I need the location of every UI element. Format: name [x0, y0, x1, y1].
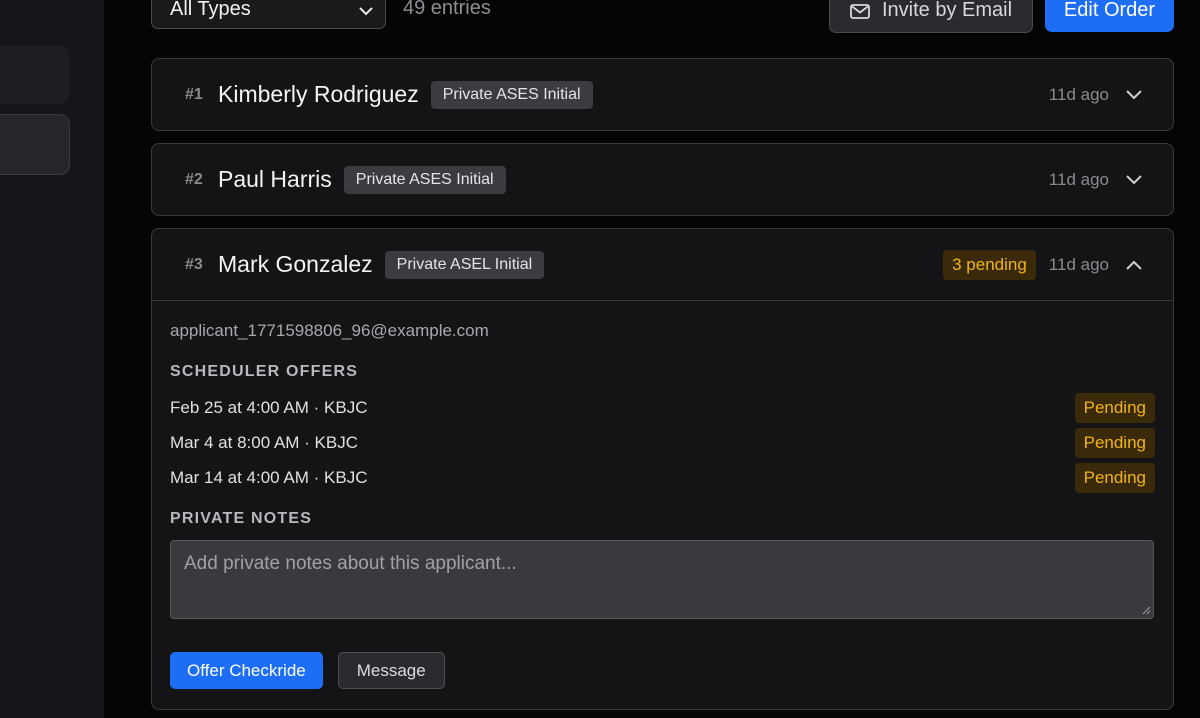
applicant-actions: Offer Checkride Message — [170, 652, 1155, 689]
envelope-icon — [850, 4, 870, 19]
applicant-card-header[interactable]: #2 Paul Harris Private ASES Initial 11d … — [152, 144, 1173, 215]
message-button[interactable]: Message — [337, 652, 445, 689]
chevron-down-icon[interactable] — [1125, 86, 1143, 104]
offer-time-location: Mar 14 at 4:00 AM · KBJC — [170, 467, 368, 487]
applicant-card: #1 Kimberly Rodriguez Private ASES Initi… — [151, 58, 1174, 131]
sidebar-item-active[interactable] — [0, 114, 70, 175]
type-filter-value: All Types — [170, 0, 251, 20]
chevron-up-icon[interactable] — [1125, 256, 1143, 274]
applicant-card-header[interactable]: #3 Mark Gonzalez Private ASEL Initial 3 … — [152, 229, 1173, 300]
offer-status-badge: Pending — [1074, 392, 1155, 423]
applicant-name: Mark Gonzalez — [218, 251, 373, 277]
edit-order-button[interactable]: Edit Order — [1045, 0, 1174, 32]
pending-count-badge: 3 pending — [943, 249, 1036, 280]
sidebar — [0, 0, 104, 718]
applicant-email: applicant_1771598806_96@example.com — [170, 321, 489, 340]
private-notes-textarea[interactable]: Add private notes about this applicant..… — [170, 540, 1154, 619]
offer-list: Feb 25 at 4:00 AM · KBJC Pending Mar 4 a… — [170, 390, 1155, 495]
checkride-type-tag: Private ASEL Initial — [384, 250, 545, 279]
private-notes-heading: PRIVATE NOTES — [170, 510, 313, 527]
invite-by-email-button[interactable]: Invite by Email — [829, 0, 1033, 33]
time-ago: 11d ago — [1048, 84, 1109, 104]
applicant-name: Kimberly Rodriguez — [218, 81, 419, 107]
invite-by-email-label: Invite by Email — [882, 0, 1013, 21]
time-ago: 11d ago — [1048, 169, 1109, 189]
offer-row: Mar 14 at 4:00 AM · KBJC Pending — [170, 460, 1155, 495]
resize-grip-icon[interactable] — [1141, 605, 1151, 615]
applicant-card: #2 Paul Harris Private ASES Initial 11d … — [151, 143, 1174, 216]
offer-row: Feb 25 at 4:00 AM · KBJC Pending — [170, 390, 1155, 425]
applicant-details: applicant_1771598806_96@example.com SCHE… — [152, 300, 1173, 689]
applicant-card-header[interactable]: #1 Kimberly Rodriguez Private ASES Initi… — [152, 59, 1173, 130]
offer-row: Mar 4 at 8:00 AM · KBJC Pending — [170, 425, 1155, 460]
offer-time-location: Feb 25 at 4:00 AM · KBJC — [170, 397, 368, 417]
applicant-number: #2 — [185, 170, 203, 188]
offer-time-location: Mar 4 at 8:00 AM · KBJC — [170, 432, 359, 452]
type-filter-select[interactable]: All Types — [151, 0, 386, 29]
applicant-card-expanded: #3 Mark Gonzalez Private ASEL Initial 3 … — [151, 228, 1174, 710]
entries-count: 49 entries — [403, 0, 491, 19]
chevron-down-icon — [359, 7, 373, 16]
checkride-type-tag: Private ASES Initial — [430, 80, 593, 109]
checkride-type-tag: Private ASES Initial — [343, 165, 506, 194]
applicant-name: Paul Harris — [218, 166, 332, 192]
scheduler-offers-heading: SCHEDULER OFFERS — [170, 363, 359, 380]
offer-status-badge: Pending — [1074, 462, 1155, 493]
offer-status-badge: Pending — [1074, 427, 1155, 458]
chevron-down-icon[interactable] — [1125, 171, 1143, 189]
notes-wrapper: Add private notes about this applicant..… — [170, 540, 1155, 619]
applicant-number: #1 — [185, 85, 203, 103]
applicant-number: #3 — [185, 255, 203, 273]
sidebar-item[interactable] — [0, 45, 69, 104]
time-ago: 11d ago — [1048, 254, 1109, 274]
offer-checkride-button[interactable]: Offer Checkride — [170, 652, 323, 689]
